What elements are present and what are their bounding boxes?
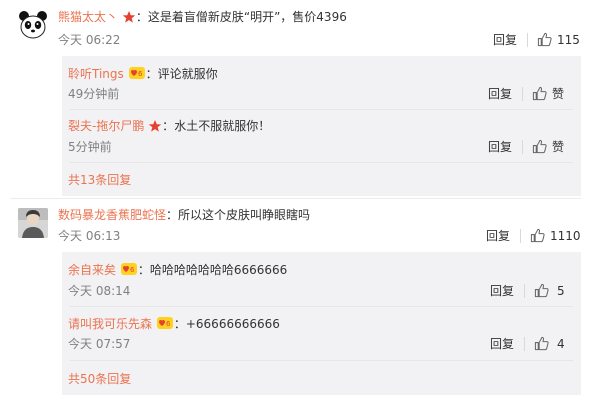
comment-divider (10, 198, 581, 199)
reply-time: 今天 08:14 (68, 284, 131, 298)
action-divider (522, 87, 523, 101)
reply-list: 聆听Tings 6 ：评论就服你 49分钟前 回复 赞 裂夫-拖尔尸鹏 ：水土不… (62, 56, 581, 196)
reply-button[interactable]: 回复 (488, 139, 512, 155)
reply-time: 今天 07:57 (68, 337, 131, 351)
reply-separator: ： (145, 67, 158, 81)
reply-username[interactable]: 余自来矣 (68, 263, 116, 277)
svg-text:6: 6 (166, 320, 171, 328)
member-badge-icon: 6 (128, 65, 146, 85)
reply-separator: ： (173, 317, 186, 331)
comment-separator: ： (135, 10, 148, 24)
reply-text: 评论就服你 (157, 67, 218, 81)
reply-divider (70, 360, 573, 361)
reply-divider (70, 162, 573, 163)
member-badge-icon: 6 (120, 261, 138, 281)
reply-text: +66666666666 (185, 317, 280, 331)
member-badge-icon: 6 (156, 315, 174, 335)
action-divider (524, 284, 525, 298)
svg-text:6: 6 (138, 70, 143, 78)
reply-username[interactable]: 聆听Tings (68, 67, 124, 81)
comment-separator: ： (166, 208, 179, 222)
comment-username[interactable]: 熊猫太太丶 (58, 10, 118, 24)
svg-text:6: 6 (130, 266, 135, 274)
reply-text: 水土不服就服你！ (174, 119, 271, 133)
thumbs-up-icon[interactable] (532, 139, 547, 154)
comment-item: 熊猫太太丶 ：这是着盲僧新皮肤“明开”，售价4396 今天 06:22 回复 1… (0, 0, 591, 200)
thumbs-up-icon[interactable] (534, 336, 549, 351)
reply-button[interactable]: 回复 (490, 283, 514, 299)
reply-text: 哈哈哈哈哈哈哈6666666 (149, 263, 288, 277)
reply-separator: ： (162, 119, 175, 133)
action-divider (520, 229, 521, 243)
comment-time: 今天 06:22 (58, 33, 121, 47)
thumbs-up-icon[interactable] (537, 32, 552, 47)
reply-divider (70, 306, 573, 307)
reply-button[interactable]: 回复 (490, 336, 514, 352)
star-badge-icon (122, 10, 136, 28)
comment-username[interactable]: 数码暴龙香蕉肥蛇怪 (58, 208, 166, 222)
reply-button[interactable]: 回复 (488, 86, 512, 102)
comment-text: 这是着盲僧新皮肤“明开”，售价4396 (147, 10, 347, 24)
more-replies-link[interactable]: 共13条回复 (68, 172, 131, 188)
comment-text: 所以这个皮肤叫睁眼瞎吗 (178, 208, 311, 222)
reply-separator: ： (137, 263, 150, 277)
star-badge-icon (148, 119, 162, 137)
like-label[interactable]: 赞 (552, 86, 564, 102)
reply-list: 余自来矣 6 ：哈哈哈哈哈哈哈6666666 今天 08:14 回复 5 请叫我… (62, 252, 581, 395)
reply-username[interactable]: 裂夫-拖尔尸鹏 (68, 119, 144, 133)
thumbs-up-icon[interactable] (530, 228, 545, 243)
avatar[interactable] (18, 10, 48, 40)
thumbs-up-icon[interactable] (532, 86, 547, 101)
action-divider (524, 337, 525, 351)
reply-button[interactable]: 回复 (493, 32, 517, 48)
reply-username[interactable]: 请叫我可乐先森 (68, 317, 152, 331)
reply-divider (70, 109, 573, 110)
comment-item: 数码暴龙香蕉肥蛇怪：所以这个皮肤叫睁眼瞎吗 今天 06:13 回复 1110 余… (0, 200, 591, 400)
reply-time: 49分钟前 (68, 87, 120, 101)
more-replies-link[interactable]: 共50条回复 (68, 371, 131, 387)
like-count: 5 (557, 284, 565, 298)
comment-time: 今天 06:13 (58, 229, 121, 243)
reply-button[interactable]: 回复 (486, 228, 510, 244)
reply-time: 5分钟前 (68, 140, 112, 154)
like-label[interactable]: 赞 (552, 139, 564, 155)
like-count: 4 (557, 337, 565, 351)
like-count: 1110 (550, 229, 581, 243)
action-divider (527, 33, 528, 47)
action-divider (522, 140, 523, 154)
like-count: 115 (557, 33, 580, 47)
avatar[interactable] (18, 208, 48, 238)
thumbs-up-icon[interactable] (534, 283, 549, 298)
